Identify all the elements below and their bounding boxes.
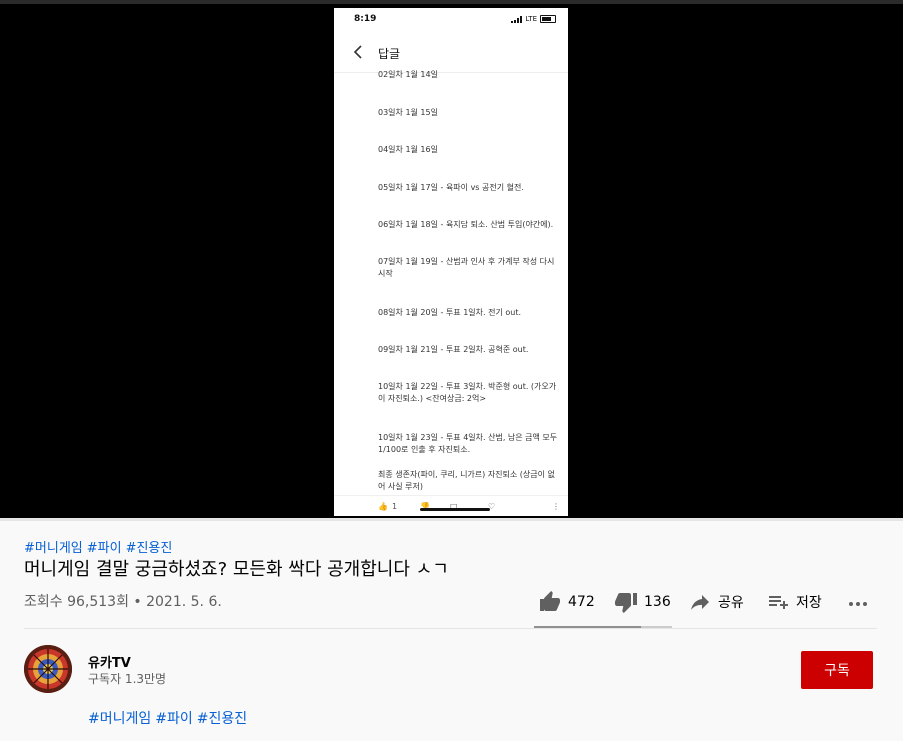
day-entry: 최종 생존자(파이, 쿠리, 니가르) 자진퇴소 (상금이 없어 사실 루저) [378, 470, 555, 491]
signal-icon [511, 15, 523, 23]
phone-more-icon: ⋮ [552, 502, 560, 511]
hashtag-link[interactable]: #머니게임 [24, 541, 83, 556]
video-hashtags: #머니게임 #파이 #진용진 [24, 537, 176, 556]
hashtag-link[interactable]: #진용진 [126, 541, 173, 556]
channel-avatar[interactable] [24, 645, 72, 693]
video-player[interactable]: 8:19 LTE 답글 02일차 1월 14일 03일차 1월 15일 04일차… [0, 4, 903, 518]
share-label: 공유 [718, 595, 744, 611]
status-time: 8:19 [354, 14, 377, 24]
share-button[interactable]: 공유 [688, 590, 744, 614]
hashtag-link[interactable]: #파이 [87, 541, 122, 556]
thumbs-up-icon [540, 591, 560, 611]
share-icon [691, 595, 709, 610]
phone-reply-actions: 👍 1 👎 □ ♡ ⋮ [334, 495, 568, 516]
day-entry: 09일차 1월 21일 - 투표 2일차. 공혁준 out. [378, 345, 529, 354]
day-entry: 04일차 1월 16일 [378, 145, 438, 154]
back-arrow-icon [353, 45, 362, 59]
more-actions-button[interactable] [846, 590, 870, 614]
subscribe-button[interactable]: 구독 [801, 651, 873, 689]
video-progress-bar[interactable] [0, 518, 903, 521]
hashtag-link[interactable]: #진용진 [197, 711, 247, 727]
channel-name[interactable]: 유카TV [88, 652, 131, 671]
day-entry: 10일차 1월 22일 - 투표 3일차. 박준형 out. (가오가이 자진퇴… [378, 382, 557, 403]
playlist-add-icon [769, 596, 788, 609]
save-label: 저장 [796, 595, 822, 611]
day-entry: 10일차 1월 23일 - 투표 4일차. 산범, 남은 금액 모두 1/100… [378, 433, 558, 454]
more-horizontal-icon [849, 602, 867, 606]
battery-icon [540, 15, 556, 23]
hashtag-link[interactable]: #머니게임 [88, 711, 151, 727]
like-count: 472 [568, 594, 595, 610]
status-indicators: LTE [511, 15, 556, 23]
day-entry: 07일차 1월 19일 - 산범과 인사 후 가계부 작성 다시 시작 [378, 257, 555, 278]
avatar-image [24, 645, 72, 693]
day-entry: 06일차 1월 18일 - 육지담 퇴소. 산범 투입(야간에). [378, 220, 554, 229]
day-entry: 05일차 1월 17일 - 육파이 vs 공전기 혈전. [378, 183, 524, 192]
phone-like-icon: 👍 [378, 502, 388, 511]
hashtag-link[interactable]: #파이 [155, 711, 193, 727]
dislike-count: 136 [644, 594, 671, 610]
day-entry: 02일차 1월 14일 [378, 70, 438, 79]
dislike-button[interactable]: 136 [614, 590, 671, 614]
network-label: LTE [525, 15, 537, 23]
phone-status-bar: 8:19 LTE [334, 8, 568, 32]
phone-header: 답글 [334, 32, 568, 73]
day-entry: 03일차 1월 15일 [378, 108, 438, 117]
view-count-date: 조회수 96,513회 • 2021. 5. 6. [24, 594, 222, 610]
divider [24, 628, 877, 629]
day-entry: 08일차 1월 20일 - 투표 1일차. 전기 out. [378, 308, 522, 317]
like-button[interactable]: 472 [538, 590, 595, 614]
phone-screen: 8:19 LTE 답글 02일차 1월 14일 03일차 1월 15일 04일차… [334, 8, 568, 516]
save-button[interactable]: 저장 [766, 590, 822, 614]
description-hashtags: #머니게임 #파이 #진용진 [88, 708, 251, 728]
phone-like-count: 1 [392, 502, 398, 511]
phone-title: 답글 [378, 47, 401, 61]
subscriber-count: 구독자 1.3만명 [88, 672, 167, 686]
video-title: 머니게임 결말 궁금하셨죠? 모든화 싹다 공개합니다 ㅅㄱ [24, 559, 449, 580]
thumbs-down-icon [615, 593, 637, 613]
phone-home-indicator [420, 508, 490, 511]
